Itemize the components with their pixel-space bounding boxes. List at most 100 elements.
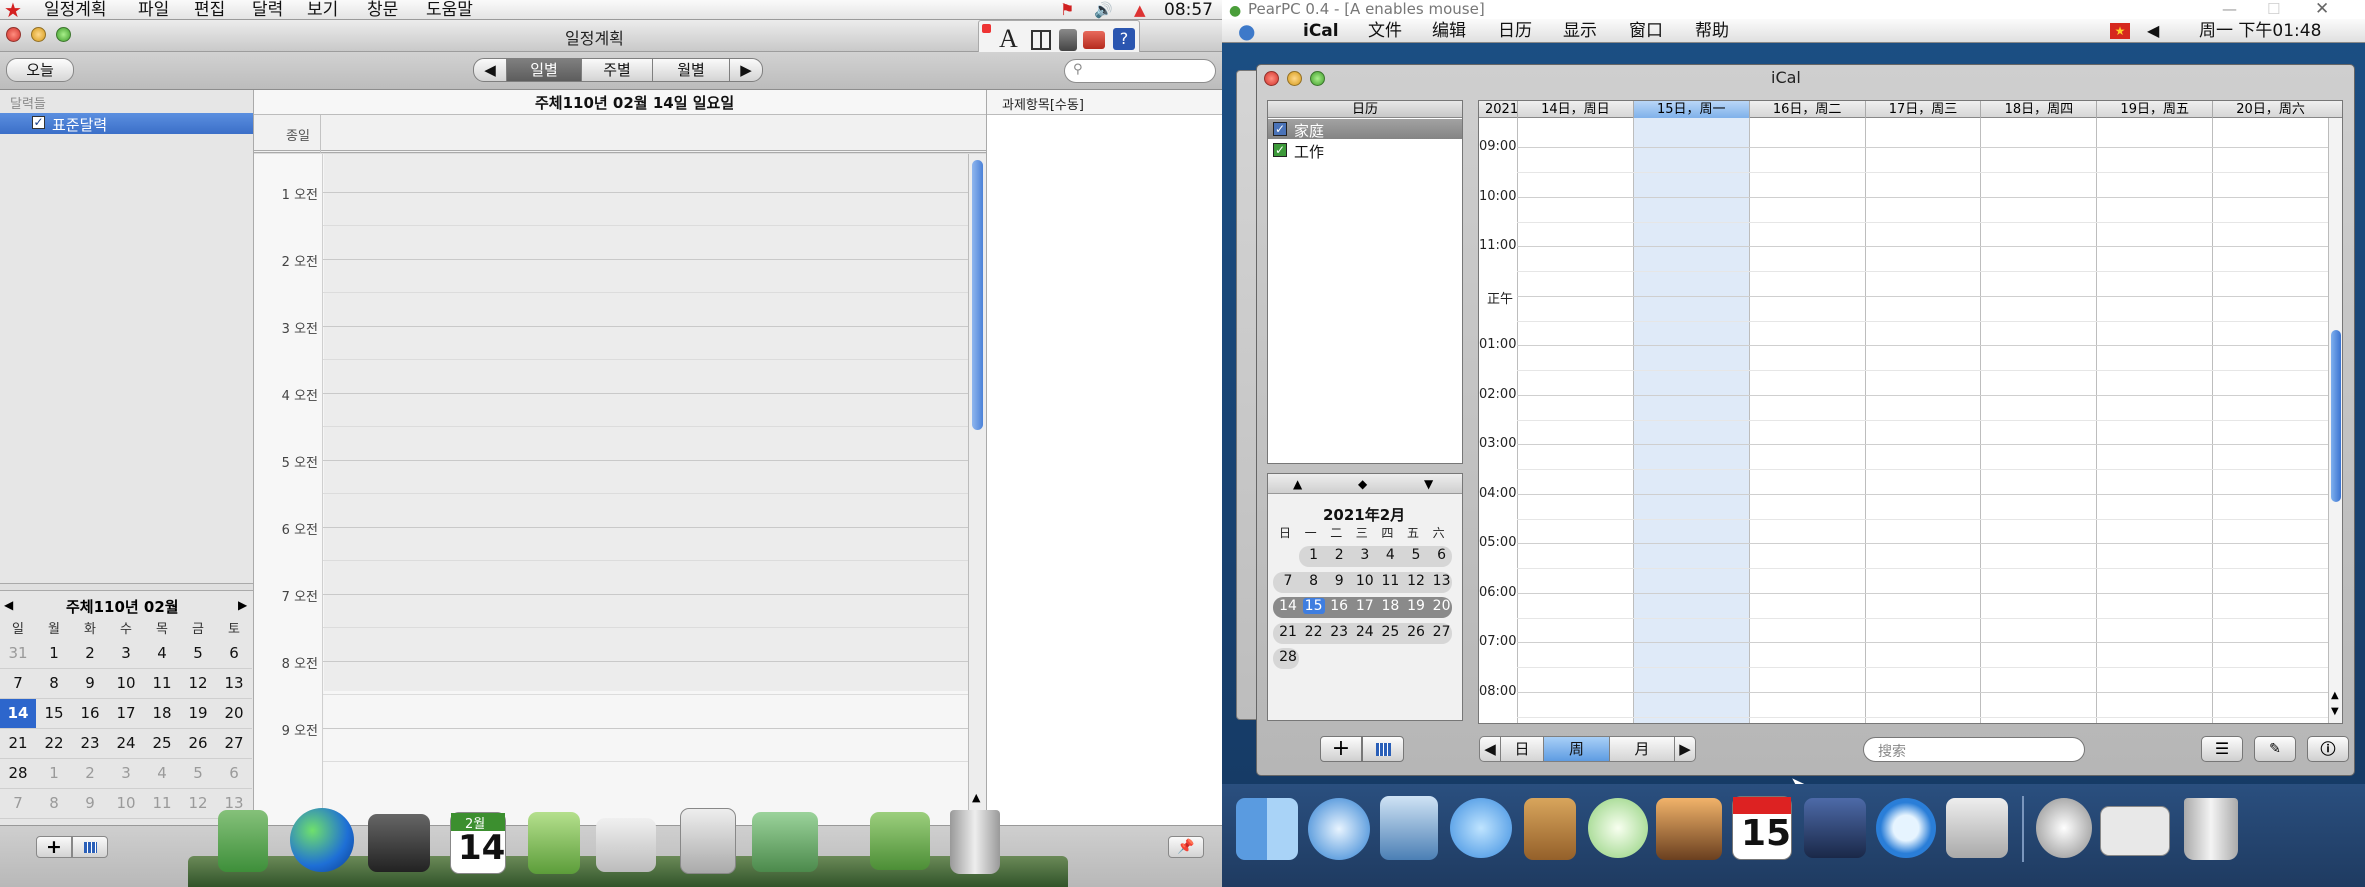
menu-calendar[interactable]: 日历 [1498,19,1532,43]
minimize-button[interactable] [31,27,46,42]
calendar-row-work[interactable]: ✓ 工作 [1268,140,1462,161]
dock-itunes-icon[interactable] [1588,798,1648,858]
mini-today-icon[interactable]: ◆ [1358,477,1367,491]
list-view-button[interactable]: ☰ [2201,736,2243,762]
dock-globe-icon[interactable] [290,808,354,872]
mini-day[interactable]: 16 [72,698,108,729]
day-header[interactable]: 15日，周一 [1632,101,1749,118]
mini-day[interactable]: 1 [36,758,72,789]
close-small-icon[interactable] [982,24,991,33]
dock-finder-icon[interactable] [1236,798,1298,860]
family-checkbox[interactable]: ✓ [1273,122,1287,136]
prev-button[interactable]: ◀ [1479,736,1501,762]
mini-day[interactable]: 10 [108,788,144,819]
mini-day[interactable]: 7 [0,668,36,699]
time-scrollbar[interactable]: ▲ ▼ [968,154,986,825]
mini-day[interactable]: 22 [36,728,72,759]
today-button[interactable]: 오늘 [6,58,74,82]
next-button[interactable]: ▶ [729,58,763,82]
mini-day[interactable]: 12 [180,788,216,819]
close-button[interactable] [6,27,21,42]
calendar-checkbox[interactable]: ✓ [32,116,45,129]
mini-prev-icon[interactable]: ◀ [4,598,13,612]
mini-day[interactable]: 19 [180,698,216,729]
tool-icon-1[interactable] [1059,29,1077,51]
mini-day[interactable]: 26 [1405,624,1427,640]
allday-row[interactable]: 종일 [254,115,986,153]
dock-addressbook-icon[interactable] [528,812,580,874]
menu-edit[interactable]: 편집 [194,0,225,20]
menu-app[interactable]: 일정계획 [44,0,107,20]
menu-file[interactable]: 文件 [1368,19,1402,43]
show-minical-button[interactable] [72,836,108,858]
dock-preview-icon[interactable] [596,818,656,872]
day-column[interactable] [2096,118,2212,723]
mini-day[interactable]: 8 [36,788,72,819]
dock-safari-icon[interactable] [1308,798,1370,860]
dock-mail-stamp-icon[interactable] [1380,796,1438,860]
prev-button[interactable]: ◀ [473,58,507,82]
dock-ical-icon[interactable]: 15 [1732,796,1792,860]
mini-day[interactable]: 3 [108,638,144,669]
day-column[interactable] [1632,118,1749,723]
view-month-tab[interactable]: 月 [1609,736,1675,762]
menu-edit[interactable]: 编辑 [1432,19,1466,43]
mini-day[interactable]: 24 [108,728,144,759]
mini-day[interactable]: 24 [1354,624,1376,640]
dock-imovie-icon[interactable] [1804,798,1866,858]
dock-video-icon[interactable] [368,814,430,872]
sidebar-splitter[interactable] [0,583,253,591]
mini-day[interactable]: 10 [1354,573,1376,589]
mini-day[interactable]: 17 [1354,598,1376,614]
mini-day[interactable]: 18 [1379,598,1401,614]
day-header[interactable]: 20日，周六 [2212,101,2328,118]
mini-day[interactable]: 9 [72,668,108,699]
mini-day[interactable]: 28 [0,758,36,789]
day-column[interactable] [1748,118,1865,723]
day-column[interactable] [1517,118,1633,723]
mini-day[interactable]: 19 [1405,598,1427,614]
scroll-thumb[interactable] [972,160,983,430]
menu-app[interactable]: iCal [1303,19,1339,43]
mini-day[interactable]: 10 [108,668,144,699]
dock-system-prefs-icon[interactable] [1946,798,2008,858]
menu-file[interactable]: 파일 [138,0,169,20]
day-header[interactable]: 17日，周三 [1864,101,1981,118]
info-button[interactable]: ⓘ [2307,736,2349,762]
day-column[interactable] [2212,118,2328,723]
mini-day[interactable]: 22 [1303,624,1325,640]
mini-day[interactable]: 6 [216,638,252,669]
day-header[interactable]: 19日，周五 [2096,101,2212,118]
day-header[interactable]: 18日，周四 [1980,101,2096,118]
scroll-thumb[interactable] [2331,330,2341,502]
mini-day[interactable]: 11 [1379,573,1401,589]
calendar-row-standard[interactable]: ✓ 표준달력 [0,113,253,134]
mini-day[interactable]: 4 [144,638,180,669]
minimize-button[interactable] [1287,71,1302,86]
mini-day[interactable]: 15 [1302,598,1325,614]
mini-day[interactable]: 18 [144,698,180,729]
search-field[interactable]: ⚲ [1064,59,1216,83]
dock-calculator-icon[interactable] [680,808,736,874]
time-grid[interactable]: 1 오전 2 오전 3 오전 4 오전 5 오전 6 오전 7 오전 8 오전 9 오전 [254,154,968,825]
show-minical-button[interactable] [1362,736,1404,762]
day-header[interactable]: 16日，周二 [1748,101,1865,118]
mini-day[interactable]: 20 [216,698,252,729]
pin-button[interactable]: 📌 [1168,836,1204,858]
zoom-button[interactable] [1310,71,1325,86]
dock-trash-icon[interactable] [2184,798,2238,860]
mini-day[interactable]: 1 [1303,547,1325,563]
day-column[interactable] [1864,118,1981,723]
mini-day[interactable]: 4 [144,758,180,789]
mini-day[interactable]: 8 [36,668,72,699]
menubar-clock[interactable]: 08:57 [1164,0,1213,20]
search-field[interactable]: 搜索 [1863,737,2085,762]
mini-day[interactable]: 5 [1405,547,1427,563]
view-week-tab[interactable]: 周 [1543,736,1610,762]
mini-prev-icon[interactable]: ▲ [1293,477,1302,491]
mini-day[interactable]: 15 [36,698,72,729]
mini-day[interactable]: 7 [1277,573,1299,589]
mini-day[interactable]: 17 [108,698,144,729]
dock-quicktime-icon[interactable] [1876,798,1936,858]
menu-help[interactable]: 도움말 [426,0,473,20]
